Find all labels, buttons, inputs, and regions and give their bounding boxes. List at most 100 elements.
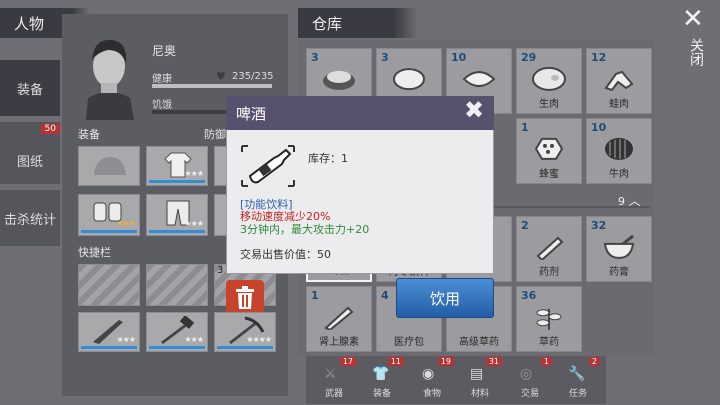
hammer-stars: ★★★ [184,335,203,344]
tab-label: 装备 [372,389,391,399]
meat-icon: ◉ [422,366,435,382]
equip-slot-gloves[interactable]: ★★★ [78,194,140,236]
tab-equip-label: 装备 [16,82,43,98]
equip-label: 装备 [78,128,100,141]
popup-close-button[interactable]: ✖ [460,96,490,126]
tab-label: 交易 [520,389,539,399]
storage-item-frog-meat[interactable]: 12 蛙肉 [586,48,652,114]
quick-slot-2[interactable] [146,264,208,306]
storage-item-beef[interactable]: 10 牛肉 [586,118,652,184]
tab-badge: 2 [588,357,600,366]
tab-kills[interactable]: 击杀统计 [0,190,60,246]
tab-label: 任务 [568,389,587,399]
hunger-bar [152,110,232,114]
item-count: 36 [521,289,537,302]
bottom-tab-equip[interactable]: 11 👕 装备 [358,357,406,401]
item-name: 医疗包 [394,337,424,348]
item-name: 牛肉 [609,169,629,180]
tab-blueprint-label: 图纸 [16,154,43,170]
quick-slot-pickaxe[interactable]: ★★★★ [214,312,276,352]
syringe-icon [536,236,564,260]
item-count: 32 [591,219,607,232]
pants-stars: ★★★ [184,219,203,228]
item-name: 生肉 [539,99,559,110]
adrenaline-icon [324,306,354,330]
steak-icon [393,68,425,91]
equip-slot-pants[interactable]: ★★★ [146,194,208,236]
close-label: 关闭 [688,38,704,66]
item-count: 12 [591,51,607,64]
bottom-tab-weapons[interactable]: 17 ⚔ 武器 [310,357,358,401]
storage-header: 仓库 [298,8,418,38]
popup-stock: 库存：1 [308,152,348,165]
item-count: 4 [381,289,389,302]
raw-meat-icon [532,66,566,91]
fish-meat-icon [462,71,496,88]
character-title: 人物 [14,14,45,33]
bottom-tab-materials[interactable]: 31 ▤ 材料 [456,357,504,401]
wrench-icon: 🔧 [568,366,586,382]
health-label: 健康 [152,74,172,85]
health-value: 235/235 [232,71,274,82]
storage-item-raw-meat[interactable]: 29 生肉 [516,48,582,114]
delete-button[interactable] [226,280,264,316]
quick-slot-hammer[interactable]: ★★★ [146,312,208,352]
equip-slot-shirt[interactable]: ★★★ [146,146,208,186]
item-name: 药膏 [609,267,629,278]
tab-badge: 19 [437,357,454,366]
item-name: 蜂蜜 [539,169,559,180]
quick-slot-knife[interactable]: ★★★ [78,312,140,352]
tab-badge: 1 [540,357,552,366]
quickbar-label: 快捷栏 [78,246,111,259]
item-count: 10 [451,51,467,64]
tab-kills-label: 击杀统计 [3,212,56,228]
knife-stars: ★★★ [116,335,135,344]
item-name: 肾上腺素 [319,337,359,348]
defense-label: 防御 [204,128,226,141]
frog-meat-icon [604,70,634,92]
helmet-icon [94,157,126,175]
popup-price: 交易出售价值：50 [240,248,331,261]
health-bar [152,84,272,88]
heart-icon: ♥ [216,70,226,83]
item-name: 高级草药 [459,337,499,348]
quick-slot-1[interactable] [78,264,140,306]
gloves-stars: ★★★ [116,219,135,228]
meat-bowl-icon [323,70,355,90]
storage-item-honey[interactable]: 1 蜂蜜 [516,118,582,184]
close-x-icon: ✖ [464,96,485,124]
quick-slot-3-badge: 3 [217,265,224,276]
equip-slot-helmet[interactable] [78,146,140,186]
avatar [78,28,140,120]
tab-label: 食物 [422,389,441,399]
close-button[interactable]: ✕ 关闭 [670,0,720,90]
storage-item-herb[interactable]: 36 草药 [516,286,582,352]
beef-icon [605,137,633,160]
tab-blueprint-badge: 50 [40,124,60,134]
tab-label: 武器 [324,389,343,399]
tab-equip[interactable]: 装备 [0,60,60,116]
beer-bottle-icon [240,144,296,188]
close-icon: ✕ [682,4,704,34]
storage-item-ointment[interactable]: 32 药膏 [586,216,652,282]
storage-title: 仓库 [312,14,343,33]
bottom-tab-trade[interactable]: 1 ◎ 交易 [506,357,554,401]
character-name: 尼奥 [152,44,177,58]
storage-item-adrenaline[interactable]: 1 肾上腺素 [306,286,372,352]
pickaxe-stars: ★★★★ [246,335,272,344]
storage-item-potion[interactable]: 2 药剂 [516,216,582,282]
item-count: 3 [381,51,389,64]
coin-icon: ◎ [520,366,533,382]
item-name: 药剂 [539,267,559,278]
herb-icon [536,308,562,330]
item-count: 1 [311,289,319,302]
tab-badge: 11 [387,357,404,366]
popup-title: 啤酒 [236,105,267,123]
bottom-tab-quests[interactable]: 2 🔧 任务 [554,357,602,401]
trash-icon [236,286,254,309]
drink-button[interactable]: 饮用 [396,278,494,318]
honeycomb-icon [534,137,564,160]
bottom-tab-food[interactable]: 19 ◉ 食物 [408,357,456,401]
tab-blueprint[interactable]: 50 图纸 [0,122,60,184]
mortar-icon [603,234,635,259]
